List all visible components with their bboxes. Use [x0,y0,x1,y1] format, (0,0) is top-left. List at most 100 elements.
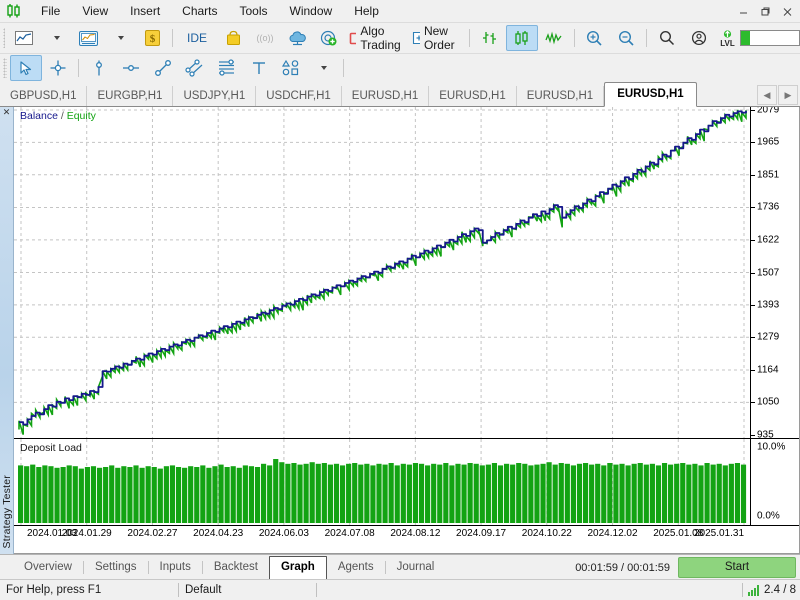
price-tick-label: 1050 [757,396,780,408]
status-traffic: 2.4 / 8 [764,584,796,596]
shapes-tool[interactable] [275,55,307,81]
bar-chart-button[interactable] [474,25,506,51]
menu-item-insert[interactable]: Insert [119,0,171,22]
trendline-tool[interactable] [147,55,179,81]
status-divider [316,583,317,597]
menu-item-window[interactable]: Window [279,0,344,22]
price-tick [751,402,755,404]
cursor-tool[interactable] [10,55,42,81]
time-tick-label: 2024.06.03 [258,528,309,539]
search-button[interactable] [651,25,683,51]
horizontal-line-icon [123,65,139,71]
signals-button[interactable]: ((o)) [249,25,281,51]
restore-icon[interactable] [754,1,776,21]
ide-button[interactable]: IDE [177,25,217,51]
crosshair-tool[interactable] [42,55,74,81]
chart-tab-eurusd-3[interactable]: EURUSD,H1 [517,86,605,106]
chart-type-dropdown[interactable] [40,25,72,51]
algo-trading-button[interactable]: Algo Trading [345,24,408,52]
new-order-button[interactable]: New Order [408,24,466,52]
menu-item-help[interactable]: Help [343,0,390,22]
add-terminal-button[interactable] [313,25,345,51]
toolbar-grip[interactable] [3,58,7,78]
balance-equity-panel[interactable]: Balance / Equity 2079 1965 1851 1736 1622 150… [14,107,799,438]
shapes-dropdown[interactable] [307,55,339,81]
chart-tab-usdjpy[interactable]: USDJPY,H1 [173,86,257,106]
bar-chart-icon [482,32,496,44]
new-order-label: New Order [423,24,455,52]
tab-graph[interactable]: Graph [268,556,327,580]
vertical-line-tool[interactable] [83,55,115,81]
fibonacci-tool[interactable] [211,55,243,81]
menu-item-charts[interactable]: Charts [171,0,228,22]
line-chart-button[interactable] [538,25,570,51]
chart-tab-eurusd-active[interactable]: EURUSD,H1 [604,82,697,107]
price-tick-label: 1393 [757,299,780,311]
sidebar-close-icon[interactable]: ✕ [3,108,11,117]
chevron-down-icon [321,66,327,70]
price-axis[interactable]: 2079 1965 1851 1736 1622 1507 1393 1279 1164 1050… [751,107,799,438]
templates-button[interactable] [72,25,104,51]
menu-item-view[interactable]: View [71,0,119,22]
candlestick-icon [515,31,528,45]
tab-backtest[interactable]: Backtest [203,557,269,577]
deposit-load-plot[interactable] [14,439,751,525]
start-button[interactable]: Start [678,557,796,578]
magnifier-minus-icon [618,30,634,46]
price-tick [751,174,755,176]
deposit-load-axis[interactable]: 10.0% 0.0% [751,439,799,525]
balance-equity-plot[interactable] [14,107,751,438]
strategy-tester-sidebar[interactable]: ✕ Strategy Tester [0,107,14,554]
tab-agents[interactable]: Agents [327,557,385,577]
deposit-load-panel[interactable]: Deposit Load 10.0% 0.0% [14,439,799,525]
time-axis[interactable]: 2024.01.03 2024.01.29 2024.02.27 2024.04.23… [14,525,799,543]
tab-settings[interactable]: Settings [84,557,148,577]
tab-journal[interactable]: Journal [386,557,446,577]
menu-bar: File View Insert Charts Tools Window Hel… [0,0,800,22]
price-tick-label: 1164 [757,364,779,376]
tab-scroll-right-icon[interactable]: ▶ [778,85,798,105]
svg-text:LVL: LVL [720,39,735,48]
minimize-icon[interactable] [732,1,754,21]
toolbar-grip[interactable] [3,28,6,48]
status-profile[interactable]: Default [179,580,316,600]
channel-icon [185,59,203,77]
workspace: ✕ Strategy Tester Balance / Equity 2079 1… [0,107,800,554]
deposit-load-max-label: 10.0% [757,441,786,453]
algo-trading-label: Algo Trading [360,24,401,52]
account-button[interactable] [683,25,715,51]
horizontal-line-tool[interactable] [115,55,147,81]
vps-button[interactable] [281,25,313,51]
search-icon [659,30,675,46]
templates-dropdown[interactable] [104,25,136,51]
chart-type-line-button[interactable] [8,25,40,51]
level-indicator[interactable]: LVL [719,29,800,48]
price-tick [751,207,755,209]
zoom-in-button[interactable] [578,25,610,51]
text-tool[interactable] [243,55,275,81]
stop-square-icon [349,32,357,44]
sidebar-title: Strategy Tester [0,474,13,548]
chart-tab-eurusd-1[interactable]: EURUSD,H1 [342,86,430,106]
chart-tab-eurgbp[interactable]: EURGBP,H1 [87,86,174,106]
chart-tab-gbpusd[interactable]: GBPUSD,H1 [0,86,88,106]
menu-item-tools[interactable]: Tools [229,0,279,22]
chart-tab-usdchf[interactable]: USDCHF,H1 [256,86,342,106]
price-tick-label: 1851 [757,169,780,181]
candlestick-chart-button[interactable] [505,25,538,51]
tab-overview[interactable]: Overview [13,557,83,577]
fibonacci-icon [219,59,234,76]
strategy-tester-graph[interactable]: Balance / Equity 2079 1965 1851 1736 1622 150… [14,107,800,554]
chevron-down-icon [118,36,125,40]
equidistant-channel-tool[interactable] [179,55,211,81]
vertical-line-icon [96,60,102,76]
market-button[interactable] [217,25,249,51]
dollar-button[interactable]: $ [136,25,168,51]
zoom-out-button[interactable] [610,25,642,51]
tab-scroll-left-icon[interactable]: ◀ [757,85,777,105]
tab-inputs[interactable]: Inputs [149,557,202,577]
price-tick-label: 1622 [757,234,780,246]
close-icon[interactable] [776,1,798,21]
menu-item-file[interactable]: File [30,0,71,22]
chart-tab-eurusd-2[interactable]: EURUSD,H1 [429,86,517,106]
